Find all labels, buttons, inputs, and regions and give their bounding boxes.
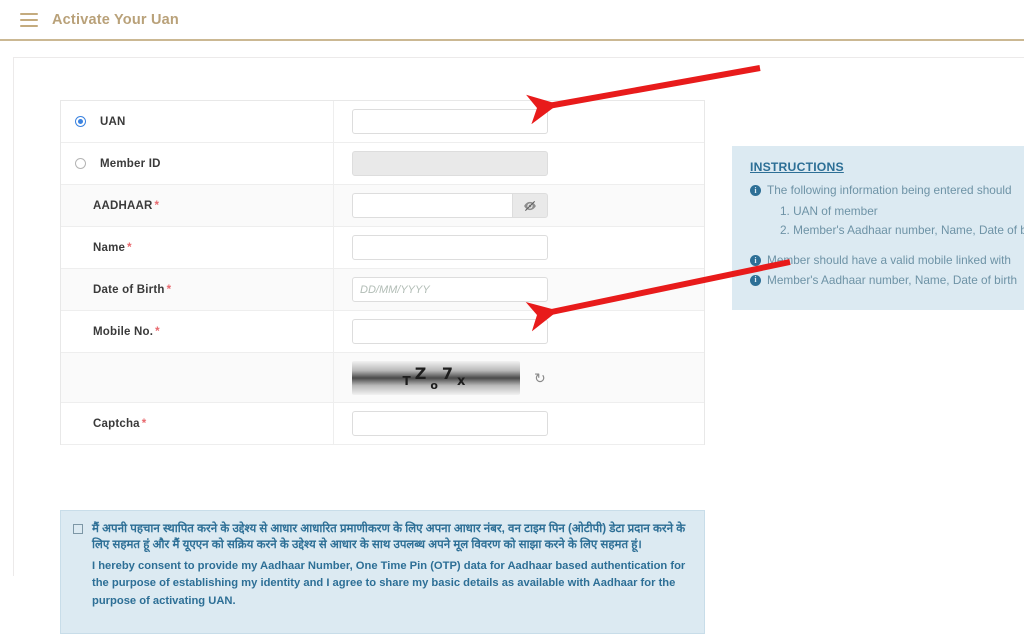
table-row: Captcha * [61, 403, 704, 445]
row-field-cell [334, 269, 704, 310]
captcha-text: TZo7x [403, 364, 470, 392]
row-label-cell [61, 353, 334, 402]
instruction-subitem: 2. Member's Aadhaar number, Name, Date o… [780, 222, 1024, 237]
member-id-input[interactable] [352, 151, 548, 176]
instruction-item: i Member's Aadhaar number, Name, Date of… [750, 272, 1024, 290]
table-row: Date of Birth * [61, 269, 704, 311]
required-marker: * [155, 325, 160, 338]
hamburger-icon[interactable] [20, 12, 38, 27]
row-label-date-of-birth: Date of Birth [93, 283, 165, 296]
row-label-captcha: Captcha [93, 417, 140, 430]
page-title: Activate Your Uan [52, 11, 179, 28]
row-field-cell: TZo7x ↻ [334, 353, 704, 402]
uan-input[interactable] [352, 109, 548, 134]
captcha-input[interactable] [352, 411, 548, 436]
hamburger-bar [20, 18, 38, 21]
row-label-cell: Captcha * [61, 403, 334, 444]
captcha-char: T [402, 373, 415, 388]
info-icon: i [750, 255, 761, 267]
captcha-char: Z [414, 363, 431, 383]
row-label-mobile-no: Mobile No. [93, 325, 154, 338]
row-label-cell: Name * [61, 227, 334, 268]
consent-box: मैं अपनी पहचान स्थापित करने के उद्देश्य … [60, 510, 705, 634]
activation-form-table: UAN Member ID AADHAAR * Name * Date of B… [60, 100, 705, 445]
row-label-cell: Mobile No. * [61, 311, 334, 352]
name-input[interactable] [352, 235, 548, 260]
captcha-char: x [457, 373, 470, 389]
eye-slash-icon[interactable] [512, 193, 548, 218]
captcha-char: 7 [441, 363, 458, 383]
consent-row: मैं अपनी पहचान स्थापित करने के उद्देश्य … [73, 521, 690, 554]
hamburger-bar [20, 24, 38, 27]
content-panel: UAN Member ID AADHAAR * Name * Date of B… [13, 57, 1024, 634]
consent-text-hindi: मैं अपनी पहचान स्थापित करने के उद्देश्य … [92, 522, 686, 552]
aadhaar-input[interactable] [352, 193, 512, 218]
row-field-cell [334, 101, 704, 142]
row-field-cell [334, 311, 704, 352]
row-field-cell [334, 143, 704, 184]
instruction-text: The following information being entered … [767, 183, 1012, 197]
table-row: TZo7x ↻ [61, 353, 704, 403]
row-label-cell: UAN [61, 101, 334, 142]
hamburger-bar [20, 12, 38, 15]
row-label-name: Name [93, 241, 126, 254]
instructions-panel: INSTRUCTIONS i The following information… [732, 146, 1024, 310]
row-label-cell: Member ID [61, 143, 334, 184]
table-row: Name * [61, 227, 704, 269]
instructions-spacer [750, 240, 1024, 252]
row-label-uan: UAN [100, 115, 126, 128]
row-label-cell: AADHAAR * [61, 185, 334, 226]
app-header: Activate Your Uan [0, 0, 1024, 41]
captcha-image: TZo7x [352, 360, 520, 395]
row-label-cell: Date of Birth * [61, 269, 334, 310]
table-row: UAN [61, 101, 704, 143]
instruction-text: Member's Aadhaar number, Name, Date of b… [767, 272, 1018, 287]
consent-text-english: I hereby consent to provide my Aadhaar N… [92, 559, 686, 607]
captcha-char: o [430, 378, 442, 392]
mobile-no-input[interactable] [352, 319, 548, 344]
required-marker: * [127, 241, 132, 254]
instruction-item: i The following information being entere… [750, 182, 1024, 200]
row-field-cell [334, 227, 704, 268]
radio-member-id[interactable] [75, 158, 86, 169]
radio-uan[interactable] [75, 116, 86, 127]
instruction-item: i Member should have a valid mobile link… [750, 252, 1024, 270]
row-label-aadhaar: AADHAAR [93, 199, 153, 212]
info-icon: i [750, 185, 761, 196]
page-canvas: UAN Member ID AADHAAR * Name * Date of B… [0, 43, 1024, 634]
table-row: Member ID [61, 143, 704, 185]
info-icon: i [750, 274, 761, 286]
row-field-cell [334, 403, 704, 444]
table-row: AADHAAR * [61, 185, 704, 227]
table-row: Mobile No. * [61, 311, 704, 353]
required-marker: * [166, 283, 172, 296]
required-marker: * [154, 199, 160, 212]
row-field-cell [334, 185, 704, 226]
refresh-icon[interactable]: ↻ [534, 371, 546, 385]
instruction-subitem: 1. UAN of member [780, 203, 878, 218]
row-label-member-id: Member ID [100, 157, 161, 170]
instruction-text: Member should have a valid mobile linked… [767, 253, 1011, 268]
consent-checkbox[interactable] [73, 524, 83, 534]
instructions-title: INSTRUCTIONS [750, 160, 844, 174]
required-marker: * [141, 417, 147, 430]
date-of-birth-input[interactable] [352, 277, 548, 302]
